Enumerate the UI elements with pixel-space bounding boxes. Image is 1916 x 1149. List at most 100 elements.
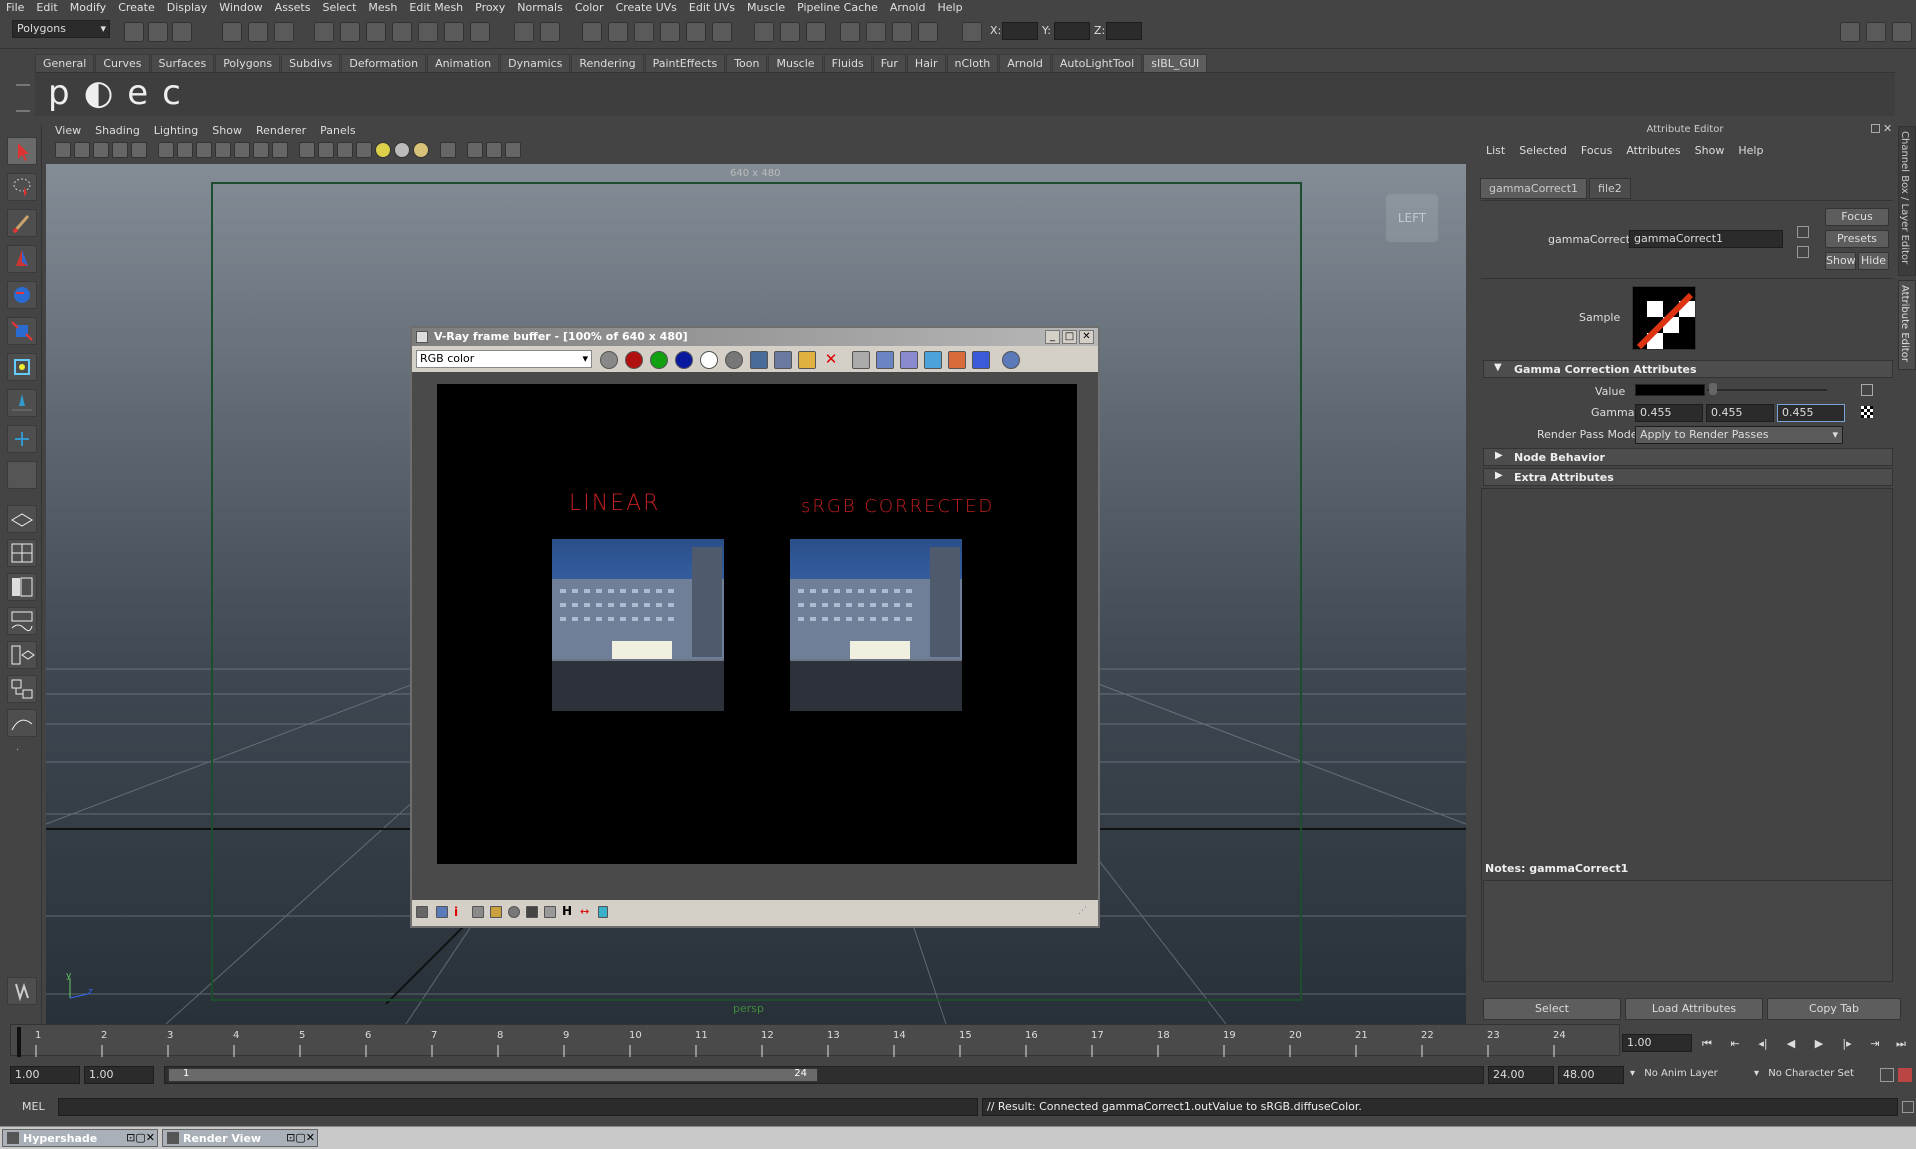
select-camera-icon[interactable]	[55, 142, 71, 158]
play-backwards-icon[interactable]: ◀	[1782, 1037, 1800, 1053]
y-field[interactable]	[1054, 22, 1090, 40]
input-connections-icon[interactable]	[1797, 226, 1809, 238]
render-last-icon[interactable]	[1002, 351, 1020, 369]
compare-icon[interactable]	[924, 351, 942, 369]
save-all-icon[interactable]	[774, 351, 792, 369]
shelf-tab-animation[interactable]: Animation	[427, 54, 500, 72]
character-set-select[interactable]: ▾ No Character Set	[1754, 1068, 1854, 1079]
shadows-icon[interactable]	[413, 142, 429, 158]
menu-muscle[interactable]: Muscle	[741, 1, 791, 14]
render-icon[interactable]	[582, 22, 602, 42]
gamma-z-field[interactable]: 0.455	[1777, 404, 1845, 422]
value-color-swatch[interactable]	[1635, 384, 1705, 396]
move-tool-icon[interactable]	[7, 245, 37, 273]
smooth-shade-icon[interactable]	[318, 142, 334, 158]
shelf-tab-ncloth[interactable]: nCloth	[946, 54, 999, 72]
attr-menu-help[interactable]: Help	[1731, 144, 1770, 157]
stereo-icon[interactable]	[598, 906, 608, 918]
use-all-lights-icon[interactable]	[394, 142, 410, 158]
x-field[interactable]	[1002, 22, 1038, 40]
shelf-tab-general[interactable]: General	[35, 54, 95, 72]
step-back-key-icon[interactable]: ⇤	[1726, 1037, 1744, 1053]
close-panel-icon[interactable]: ✕	[1883, 122, 1892, 135]
attr-menu-show[interactable]: Show	[1688, 144, 1732, 157]
clear-image-icon[interactable]: ✕	[822, 351, 840, 369]
channel-box-side-tab[interactable]: Channel Box / Layer Editor	[1898, 126, 1916, 276]
panel-menu-view[interactable]: View	[48, 124, 88, 137]
snap-plane-icon[interactable]	[418, 22, 438, 42]
track-mouse-icon[interactable]	[852, 351, 870, 369]
lights-icon[interactable]	[918, 22, 938, 42]
show-button[interactable]: Show	[1825, 252, 1856, 270]
value-slider-track[interactable]	[1707, 389, 1827, 391]
view-cube-badge[interactable]: LEFT	[1386, 194, 1438, 242]
vray-vfb-icon[interactable]	[780, 22, 800, 42]
menu-edit-mesh[interactable]: Edit Mesh	[403, 1, 469, 14]
go-to-start-icon[interactable]: ⏮	[1698, 1037, 1716, 1053]
xray-icon[interactable]	[467, 142, 483, 158]
hypershade-task[interactable]: Hypershade ⊡▢✕	[2, 1129, 158, 1147]
stamp-icon[interactable]	[416, 906, 428, 918]
shelf-tab-curves[interactable]: Curves	[95, 54, 150, 72]
last-tool-icon[interactable]	[7, 461, 37, 489]
info-icon[interactable]: i	[454, 905, 466, 919]
script-editor-icon[interactable]	[1902, 1101, 1914, 1113]
attr-menu-attributes[interactable]: Attributes	[1619, 144, 1687, 157]
lut-icon[interactable]	[526, 906, 538, 918]
camera-icon[interactable]	[892, 22, 912, 42]
ipr-render-icon[interactable]	[608, 22, 628, 42]
new-scene-icon[interactable]	[124, 22, 144, 42]
hide-button[interactable]: Hide	[1858, 252, 1889, 270]
color-corrections-icon[interactable]	[436, 906, 448, 918]
resolution-gate-icon[interactable]	[196, 142, 212, 158]
select-component-icon[interactable]	[274, 22, 294, 42]
xray-joints-icon[interactable]	[486, 142, 502, 158]
shelf-tab-painteffects[interactable]: PaintEffects	[644, 54, 726, 72]
shelf-tab-subdivs[interactable]: Subdivs	[281, 54, 341, 72]
open-scene-icon[interactable]	[148, 22, 168, 42]
save-image-icon[interactable]	[750, 351, 768, 369]
safe-action-icon[interactable]	[253, 142, 269, 158]
layout-outliner-icon[interactable]	[7, 573, 37, 601]
link-to-render-view-icon[interactable]	[900, 351, 918, 369]
step-back-frame-icon[interactable]: ◂|	[1754, 1037, 1772, 1053]
paint-select-tool-icon[interactable]	[7, 209, 37, 237]
attr-menu-selected[interactable]: Selected	[1512, 144, 1574, 157]
gamma-map-icon[interactable]	[1861, 406, 1873, 418]
layout-curves-icon[interactable]	[7, 709, 37, 737]
layout-hypergraph-icon[interactable]	[7, 675, 37, 703]
key-icon[interactable]	[1880, 1068, 1894, 1082]
mel-label[interactable]: MEL	[22, 1100, 45, 1113]
safe-title-icon[interactable]	[272, 142, 288, 158]
manipulator-tool-icon[interactable]	[7, 353, 37, 381]
lasso-tool-icon[interactable]	[7, 173, 37, 201]
resize-grip-icon[interactable]: ⋰	[1078, 906, 1087, 916]
attribute-editor-toggle-icon[interactable]	[1840, 22, 1860, 42]
render-pass-mode-select[interactable]: Apply to Render Passes ▾	[1635, 426, 1843, 444]
help-icon[interactable]	[470, 22, 490, 42]
isolate-select-icon[interactable]	[440, 142, 456, 158]
menu-color[interactable]: Color	[569, 1, 610, 14]
shelf-tab-polygons[interactable]: Polygons	[215, 54, 281, 72]
attr-menu-focus[interactable]: Focus	[1574, 144, 1619, 157]
gate-mask-icon[interactable]	[215, 142, 231, 158]
camera-attributes-icon[interactable]	[74, 142, 90, 158]
curve-icon[interactable]	[490, 906, 502, 918]
panel-menu-renderer[interactable]: Renderer	[249, 124, 313, 137]
render-globals-icon[interactable]	[686, 22, 706, 42]
layout-four-icon[interactable]	[7, 539, 37, 567]
go-to-end-icon[interactable]: ⏭	[1892, 1037, 1910, 1053]
textured-icon[interactable]	[356, 142, 372, 158]
two-d-pan-icon[interactable]	[131, 142, 147, 158]
play-forwards-icon[interactable]: ▶	[1810, 1037, 1828, 1053]
wireframe-icon[interactable]	[299, 142, 315, 158]
node-behavior-section[interactable]: ▶ Node Behavior	[1483, 448, 1893, 466]
shelf-tab-deformation[interactable]: Deformation	[341, 54, 427, 72]
region-render-icon[interactable]	[876, 351, 894, 369]
select-object-icon[interactable]	[248, 22, 268, 42]
view-mono-icon[interactable]	[725, 351, 743, 369]
menu-create[interactable]: Create	[112, 1, 161, 14]
sample-swatch[interactable]	[1632, 286, 1696, 350]
open-folder-icon[interactable]	[798, 351, 816, 369]
extra-attributes-section[interactable]: ▶ Extra Attributes	[1483, 468, 1893, 486]
